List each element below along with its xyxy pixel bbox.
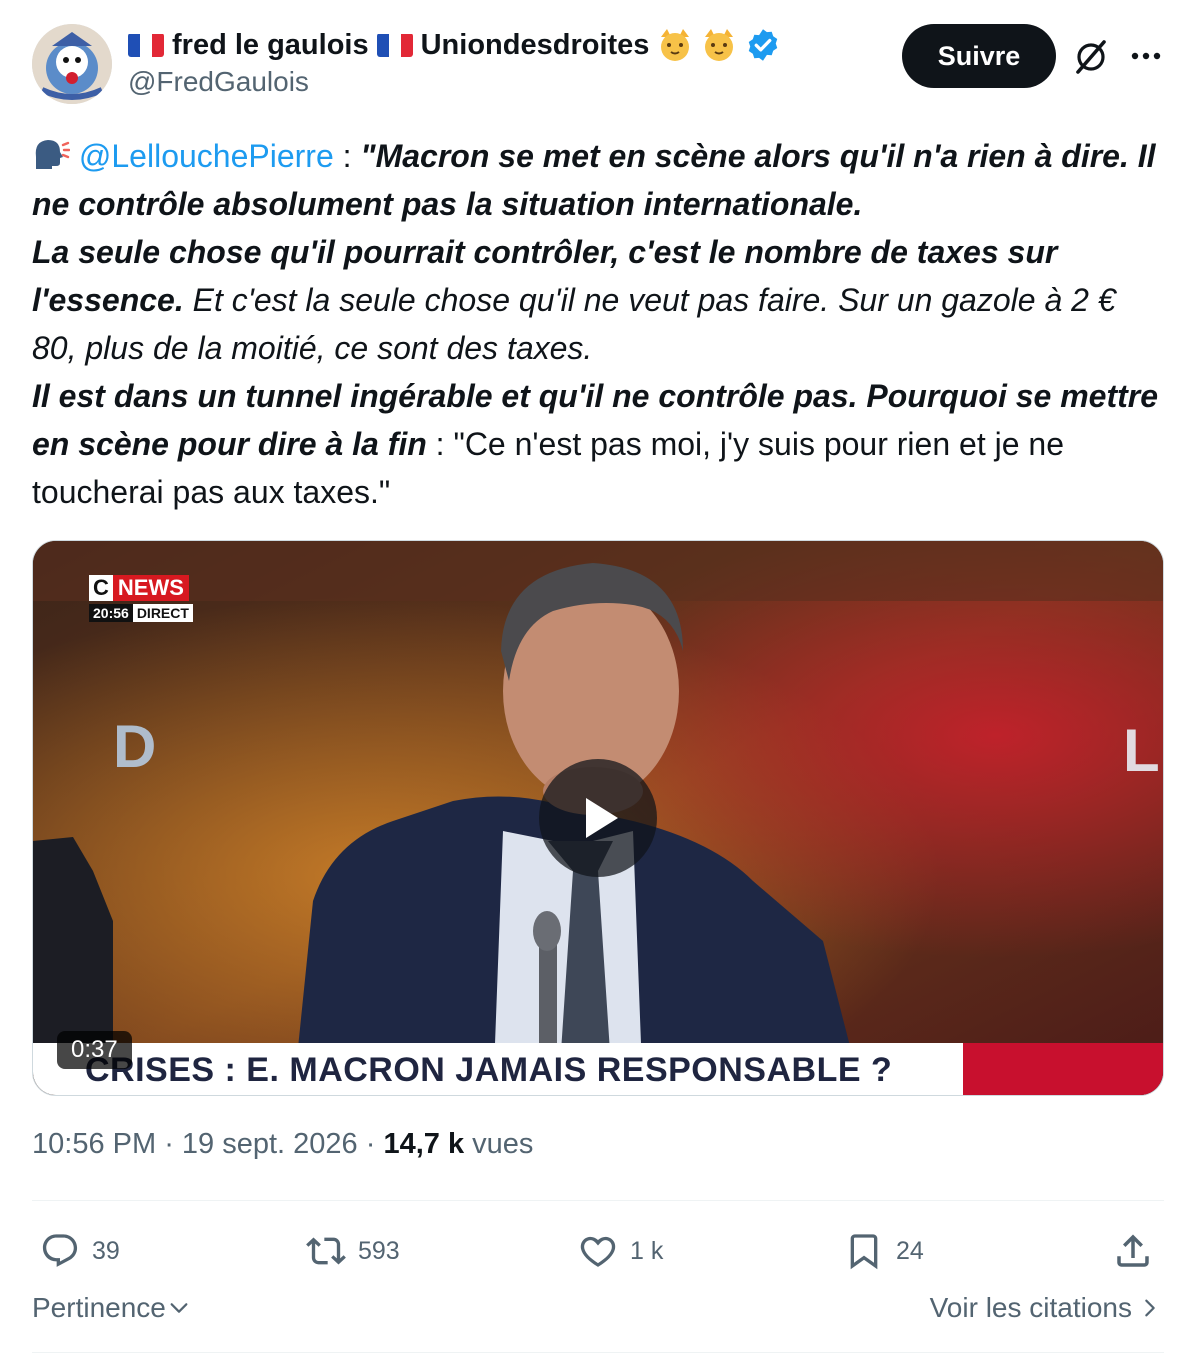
like-button[interactable]: 1 k xyxy=(578,1226,663,1276)
svg-text:L: L xyxy=(1123,717,1160,784)
author-name-row[interactable]: fred le gaulois Uniondesdroites xyxy=(128,24,781,66)
share-icon[interactable] xyxy=(1112,1230,1154,1272)
cat-face-icon xyxy=(657,27,693,63)
play-button[interactable] xyxy=(539,759,657,877)
cat-face-icon xyxy=(701,27,737,63)
repost-count: 593 xyxy=(358,1236,400,1265)
bookmark-count: 24 xyxy=(896,1236,924,1265)
cnews-logo: C NEWS 20:56 DIRECT xyxy=(89,575,193,622)
mention-link[interactable]: @LellouchePierre xyxy=(79,138,334,174)
tweet-time[interactable]: 10:56 PM xyxy=(32,1128,156,1160)
tweet-seg-sep: : xyxy=(333,138,361,174)
grok-icon[interactable] xyxy=(1070,36,1112,78)
speaking-head-icon xyxy=(32,135,71,173)
news-banner: CRISES : E. MACRON JAMAIS RESPONSABLE ? xyxy=(33,1043,963,1095)
view-quotes-link[interactable]: Voir les citations xyxy=(930,1292,1160,1324)
like-count: 1 k xyxy=(630,1236,664,1265)
reply-icon xyxy=(42,1234,78,1267)
reply-count: 39 xyxy=(92,1236,120,1265)
tweet-detail-page: fred le gaulois Uniondesdroites @FredGau… xyxy=(0,0,1196,1356)
divider xyxy=(32,1352,1164,1353)
quotes-label: Voir les citations xyxy=(929,1292,1132,1323)
channel-news: NEWS xyxy=(112,575,189,601)
repost-icon xyxy=(306,1237,346,1265)
author-name-part2: Uniondesdroites xyxy=(420,28,650,61)
views-label: vues xyxy=(464,1128,534,1160)
chevron-right-icon xyxy=(1145,1299,1155,1317)
views-count: 14,7 k xyxy=(383,1128,465,1160)
sort-label: Pertinence xyxy=(32,1292,166,1323)
heart-icon xyxy=(580,1236,616,1267)
live-time: 20:56 xyxy=(89,604,133,622)
tweet-date[interactable]: 19 sept. 2026 xyxy=(182,1128,358,1160)
follow-button[interactable]: Suivre xyxy=(902,24,1056,88)
news-banner-accent xyxy=(963,1043,1163,1095)
verified-badge-icon[interactable] xyxy=(745,27,781,63)
meta-separator: · xyxy=(357,1128,384,1160)
sort-dropdown[interactable]: Pertinence xyxy=(32,1292,190,1324)
live-label: DIRECT xyxy=(132,604,193,622)
chevron-down-icon xyxy=(170,1303,188,1313)
france-flag-icon xyxy=(128,33,164,57)
play-icon xyxy=(586,798,618,838)
repost-button[interactable]: 593 xyxy=(306,1226,400,1276)
video-duration: 0:37 xyxy=(57,1031,132,1069)
author-name-part1: fred le gaulois xyxy=(172,28,369,61)
avatar[interactable] xyxy=(32,24,112,104)
more-icon[interactable] xyxy=(1128,40,1164,72)
tweet-text: @LellouchePierre : "Macron se met en scè… xyxy=(32,132,1168,516)
france-flag-icon xyxy=(376,33,413,57)
divider xyxy=(32,1200,1164,1201)
tweet-meta: 10:56 PM · 19 sept. 2026 · 14,7 k vues xyxy=(32,1128,533,1161)
reply-button[interactable]: 39 xyxy=(40,1226,120,1276)
svg-text:D: D xyxy=(113,713,156,780)
tweet-seg-quote3: Et c'est la seule chose qu'il ne veut pa… xyxy=(32,282,1116,366)
cartoon-avatar-icon xyxy=(32,24,112,104)
bookmark-icon xyxy=(850,1234,878,1270)
bookmark-button[interactable]: 24 xyxy=(844,1226,924,1276)
meta-separator: · xyxy=(156,1128,182,1160)
video-player[interactable]: D L C NEWS 20:56 DIRECT CRISES : E. MACR… xyxy=(32,540,1164,1096)
channel-c: C xyxy=(89,575,113,601)
author-handle[interactable]: @FredGaulois xyxy=(128,66,309,98)
